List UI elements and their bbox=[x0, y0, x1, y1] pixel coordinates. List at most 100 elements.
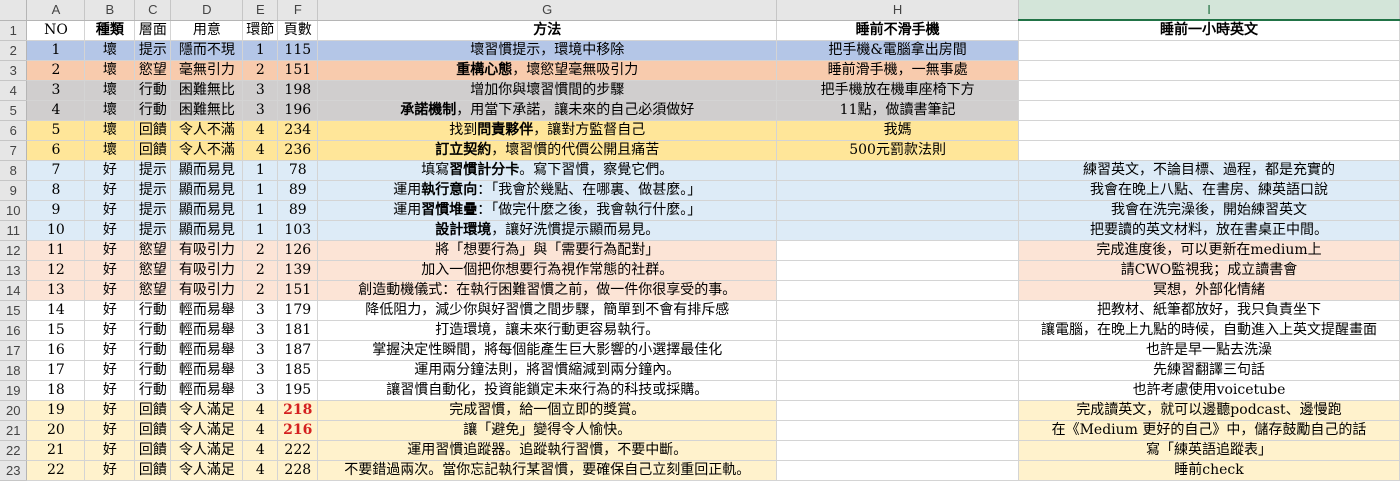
cell-no[interactable]: 2 bbox=[26, 60, 86, 81]
cell-step[interactable]: 1 bbox=[242, 40, 279, 61]
cell-english[interactable]: 我會在洗完澡後，開始練習英文 bbox=[1018, 200, 1400, 221]
cell-page[interactable]: 151 bbox=[277, 280, 319, 301]
cell-step[interactable]: 4 bbox=[242, 400, 279, 421]
cell-no[interactable]: 12 bbox=[26, 260, 86, 281]
cell-method[interactable]: 增加你與壞習慣間的步驟 bbox=[317, 80, 778, 101]
cell-layer[interactable]: 提示 bbox=[134, 220, 172, 241]
cell-no[interactable]: 14 bbox=[26, 300, 86, 321]
cell-kind[interactable]: 好 bbox=[84, 220, 136, 241]
cell-no[interactable]: 5 bbox=[26, 120, 86, 141]
cell-step[interactable]: 1 bbox=[242, 180, 279, 201]
cell-english[interactable]: 也許是早一點去洗澡 bbox=[1018, 340, 1400, 361]
cell-layer[interactable]: 慾望 bbox=[134, 240, 172, 261]
cell-no-phone[interactable] bbox=[776, 220, 1019, 241]
cell-kind[interactable]: 好 bbox=[84, 360, 136, 381]
cell-no[interactable]: 19 bbox=[26, 400, 86, 421]
cell-layer[interactable]: 回饋 bbox=[134, 140, 172, 161]
cell-step[interactable]: 4 bbox=[242, 440, 279, 461]
cell-english[interactable]: 我會在晚上八點、在書房、練英語口說 bbox=[1018, 180, 1400, 201]
cell-no-phone[interactable]: 500元罰款法則 bbox=[776, 140, 1019, 161]
cell-no-phone[interactable]: 把手機&電腦拿出房間 bbox=[776, 40, 1019, 61]
cell-no-phone[interactable] bbox=[776, 300, 1019, 321]
cell-english[interactable]: 請CWO監視我；成立讀書會 bbox=[1018, 260, 1400, 281]
row-header[interactable]: 2 bbox=[0, 40, 28, 61]
cell-intent[interactable]: 令人不滿 bbox=[170, 140, 244, 161]
cell-no[interactable]: 20 bbox=[26, 420, 86, 441]
cell-page[interactable]: 139 bbox=[277, 260, 319, 281]
cell-no[interactable]: 22 bbox=[26, 460, 86, 481]
cell-intent[interactable]: 令人滿足 bbox=[170, 460, 244, 481]
cell-method[interactable]: 掌握決定性瞬間，將每個能產生巨大影響的小選擇最佳化 bbox=[317, 340, 778, 361]
cell-kind[interactable]: 好 bbox=[84, 420, 136, 441]
cell-no[interactable]: 11 bbox=[26, 240, 86, 261]
cell-page[interactable]: 179 bbox=[277, 300, 319, 321]
cell-page[interactable]: 216 bbox=[277, 420, 319, 441]
cell-method[interactable]: 完成習慣，給一個立即的獎賞。 bbox=[317, 400, 778, 421]
cell-kind[interactable]: 好 bbox=[84, 440, 136, 461]
cell-intent[interactable]: 困難無比 bbox=[170, 100, 244, 121]
cell-no-phone[interactable] bbox=[776, 340, 1019, 361]
cell-step[interactable]: 1 bbox=[242, 160, 279, 181]
cell-step[interactable]: 2 bbox=[242, 60, 279, 81]
cell-kind[interactable]: 好 bbox=[84, 380, 136, 401]
cell-layer[interactable]: 行動 bbox=[134, 300, 172, 321]
cell-page[interactable]: 115 bbox=[277, 40, 319, 61]
cell-layer[interactable]: 行動 bbox=[134, 340, 172, 361]
cell-layer[interactable]: 慾望 bbox=[134, 60, 172, 81]
cell-page[interactable]: 218 bbox=[277, 400, 319, 421]
row-header[interactable]: 6 bbox=[0, 120, 28, 141]
row-header[interactable]: 13 bbox=[0, 260, 28, 281]
cell-method[interactable]: 將「想要行為」與「需要行為配對」 bbox=[317, 240, 778, 261]
cell-layer[interactable]: 回饋 bbox=[134, 460, 172, 481]
cell-intent[interactable]: 輕而易舉 bbox=[170, 300, 244, 321]
cell-kind[interactable]: 壞 bbox=[84, 120, 136, 141]
column-header-a[interactable]: A bbox=[26, 0, 86, 21]
row-header[interactable]: 9 bbox=[0, 180, 28, 201]
cell-kind[interactable]: 好 bbox=[84, 300, 136, 321]
header-cell-method[interactable]: 方法 bbox=[317, 20, 778, 41]
cell-method[interactable]: 運用習慣追蹤器。追蹤執行習慣，不要中斷。 bbox=[317, 440, 778, 461]
row-header[interactable]: 10 bbox=[0, 200, 28, 221]
cell-english[interactable]: 在《Medium 更好的自己》中，儲存鼓勵自己的話 bbox=[1018, 420, 1400, 441]
cell-layer[interactable]: 提示 bbox=[134, 200, 172, 221]
row-header[interactable]: 11 bbox=[0, 220, 28, 241]
cell-layer[interactable]: 慾望 bbox=[134, 280, 172, 301]
column-header-d[interactable]: D bbox=[170, 0, 244, 21]
cell-layer[interactable]: 行動 bbox=[134, 100, 172, 121]
cell-page[interactable]: 126 bbox=[277, 240, 319, 261]
cell-no[interactable]: 7 bbox=[26, 160, 86, 181]
cell-page[interactable]: 198 bbox=[277, 80, 319, 101]
cell-layer[interactable]: 慾望 bbox=[134, 260, 172, 281]
row-header[interactable]: 4 bbox=[0, 80, 28, 101]
cell-method[interactable]: 承諾機制，用當下承諾，讓未來的自己必須做好 bbox=[317, 100, 778, 121]
cell-english[interactable]: 練習英文，不論目標、過程，都是充實的 bbox=[1018, 160, 1400, 181]
cell-kind[interactable]: 壞 bbox=[84, 140, 136, 161]
cell-kind[interactable]: 壞 bbox=[84, 80, 136, 101]
cell-no-phone[interactable] bbox=[776, 380, 1019, 401]
cell-page[interactable]: 78 bbox=[277, 160, 319, 181]
cell-kind[interactable]: 好 bbox=[84, 320, 136, 341]
row-header[interactable]: 18 bbox=[0, 360, 28, 381]
row-header[interactable]: 19 bbox=[0, 380, 28, 401]
cell-no-phone[interactable] bbox=[776, 260, 1019, 281]
cell-layer[interactable]: 回饋 bbox=[134, 120, 172, 141]
cell-no-phone[interactable]: 睡前滑手機，一無事處 bbox=[776, 60, 1019, 81]
cell-method[interactable]: 讓習慣自動化，投資能鎖定未來行為的科技或採購。 bbox=[317, 380, 778, 401]
cell-no[interactable]: 16 bbox=[26, 340, 86, 361]
cell-no-phone[interactable] bbox=[776, 320, 1019, 341]
cell-no[interactable]: 21 bbox=[26, 440, 86, 461]
cell-no[interactable]: 6 bbox=[26, 140, 86, 161]
cell-intent[interactable]: 有吸引力 bbox=[170, 240, 244, 261]
cell-method[interactable]: 找到問責夥伴，讓對方監督自己 bbox=[317, 120, 778, 141]
cell-method[interactable]: 創造動機儀式：在執行困難習慣之前，做一件你很享受的事。 bbox=[317, 280, 778, 301]
header-cell-no-phone[interactable]: 睡前不滑手機 bbox=[776, 20, 1019, 41]
row-header[interactable]: 8 bbox=[0, 160, 28, 181]
cell-layer[interactable]: 行動 bbox=[134, 360, 172, 381]
cell-english[interactable]: 睡前check bbox=[1018, 460, 1400, 481]
cell-layer[interactable]: 行動 bbox=[134, 380, 172, 401]
cell-method[interactable]: 運用執行意向：「我會於幾點、在哪裏、做甚麼。」 bbox=[317, 180, 778, 201]
cell-no[interactable]: 17 bbox=[26, 360, 86, 381]
header-cell-kind[interactable]: 種類 bbox=[84, 20, 136, 41]
cell-intent[interactable]: 輕而易舉 bbox=[170, 360, 244, 381]
cell-step[interactable]: 3 bbox=[242, 340, 279, 361]
